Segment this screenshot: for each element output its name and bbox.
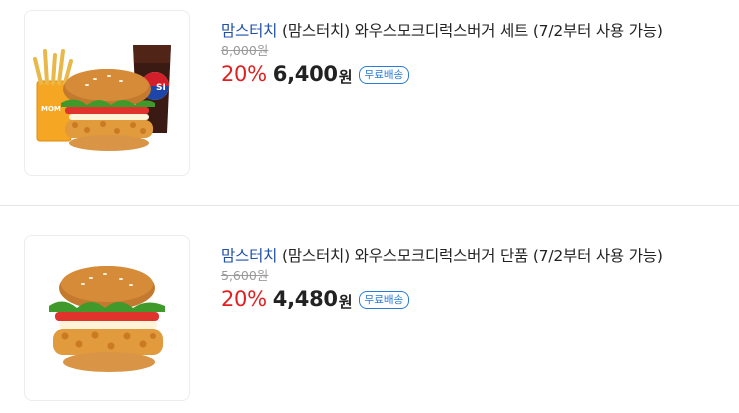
brand-name[interactable]: 맘스터치	[221, 247, 277, 265]
currency-label: 원	[338, 67, 353, 86]
burger-single-image	[49, 266, 165, 372]
original-price: 8,000원	[221, 43, 269, 58]
original-price: 5,600원	[221, 268, 269, 283]
product-name[interactable]: (맘스터치) 와우스모크디럭스버거 단품 (7/2부터 사용 가능)	[282, 247, 663, 265]
discount-rate: 20%	[221, 62, 267, 86]
free-shipping-badge: 무료배송	[358, 66, 410, 84]
product-card[interactable]: MOM SI 맘스터치 (맘스터치) 와우스모크디럭스버거 세트 (7/2부터 …	[0, 0, 739, 196]
burger-set-image: MOM SI	[33, 45, 171, 151]
product-info: 맘스터치 (맘스터치) 와우스모크디럭스버거 단품 (7/2부터 사용 가능) …	[221, 245, 731, 314]
sale-price: 4,480	[272, 287, 338, 311]
brand-name[interactable]: 맘스터치	[221, 22, 277, 40]
product-image[interactable]	[24, 235, 190, 401]
divider	[0, 205, 739, 206]
product-name[interactable]: (맘스터치) 와우스모크디럭스버거 세트 (7/2부터 사용 가능)	[282, 22, 663, 40]
product-info: 맘스터치 (맘스터치) 와우스모크디럭스버거 세트 (7/2부터 사용 가능) …	[221, 20, 731, 89]
svg-text:SI: SI	[156, 83, 166, 93]
svg-text:MOM: MOM	[41, 105, 61, 113]
discount-rate: 20%	[221, 287, 267, 311]
currency-label: 원	[338, 292, 353, 311]
product-image[interactable]: MOM SI	[24, 10, 190, 176]
free-shipping-badge: 무료배송	[358, 291, 410, 309]
product-list: MOM SI 맘스터치 (맘스터치) 와우스모크디럭스버거 세트 (7/2부터 …	[0, 0, 739, 413]
product-card[interactable]: 맘스터치 (맘스터치) 와우스모크디럭스버거 단품 (7/2부터 사용 가능) …	[0, 207, 739, 403]
product-title[interactable]: 맘스터치 (맘스터치) 와우스모크디럭스버거 세트 (7/2부터 사용 가능)	[221, 20, 731, 42]
sale-price: 6,400	[272, 62, 338, 86]
price-row: 20% 4,480 원 무료배송	[221, 284, 731, 314]
price-row: 20% 6,400 원 무료배송	[221, 59, 731, 89]
product-title[interactable]: 맘스터치 (맘스터치) 와우스모크디럭스버거 단품 (7/2부터 사용 가능)	[221, 245, 731, 267]
